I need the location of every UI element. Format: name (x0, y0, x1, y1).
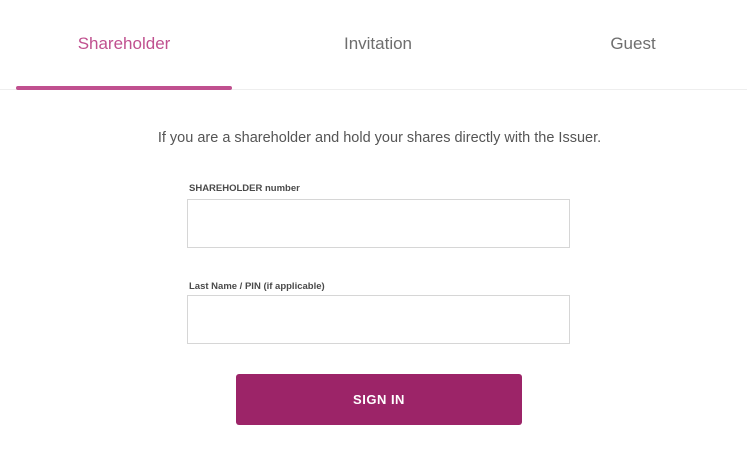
shareholder-number-input[interactable] (187, 199, 570, 248)
active-tab-indicator (16, 86, 232, 90)
last-name-pin-input[interactable] (187, 295, 570, 344)
tab-guest[interactable]: Guest (525, 0, 741, 90)
tab-invitation[interactable]: Invitation (270, 0, 486, 90)
login-page: Shareholder Invitation Guest If you are … (0, 0, 747, 449)
shareholder-number-label: SHAREHOLDER number (189, 183, 300, 194)
tab-bar: Shareholder Invitation Guest (0, 0, 747, 90)
sign-in-button[interactable]: SIGN IN (236, 374, 522, 425)
last-name-pin-label: Last Name / PIN (if applicable) (189, 281, 325, 292)
tab-shareholder[interactable]: Shareholder (16, 0, 232, 90)
intro-text: If you are a shareholder and hold your s… (157, 130, 602, 146)
